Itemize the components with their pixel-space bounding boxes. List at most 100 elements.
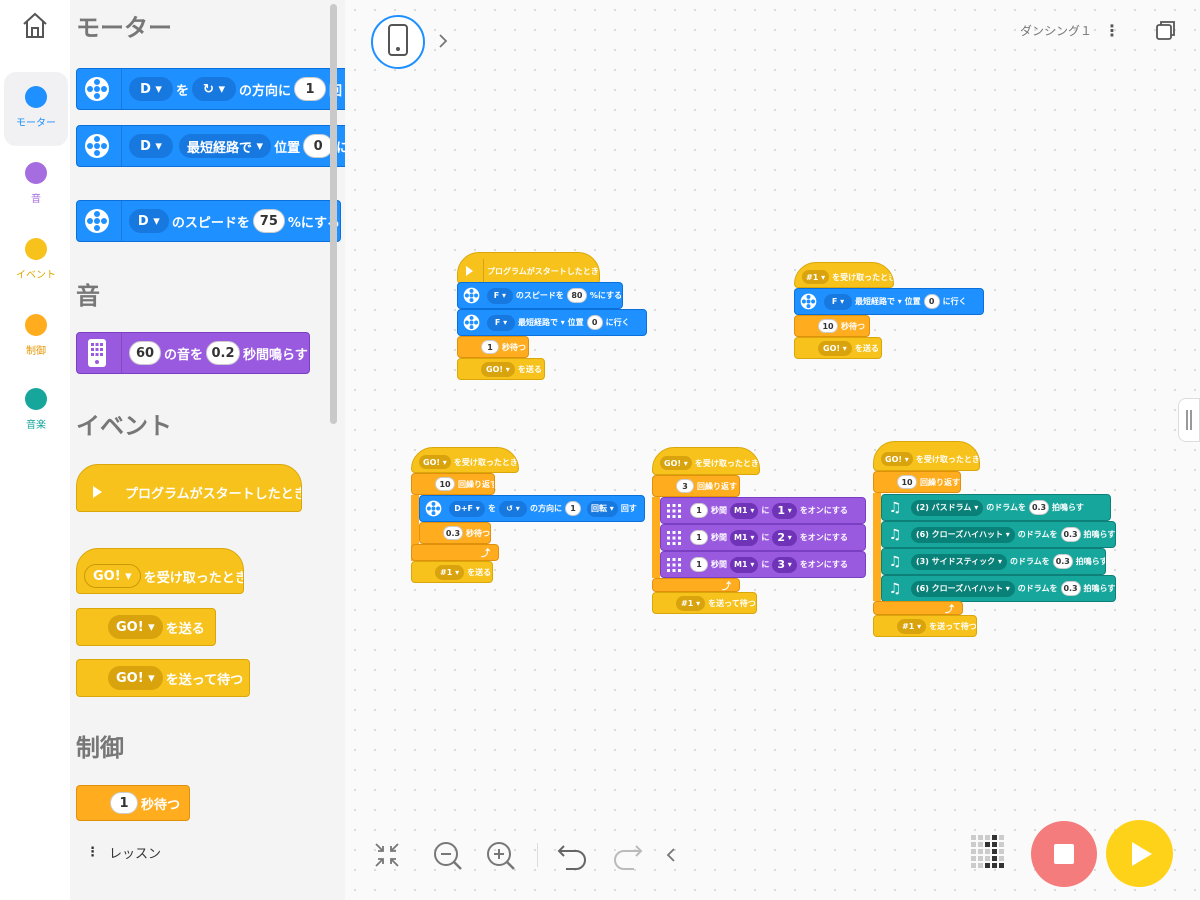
script5-repeat-block[interactable]: 10 回繰り返す [873,471,961,493]
amount-input[interactable]: 1 [565,501,581,516]
message-dropdown[interactable]: #1 ▾ [676,595,706,611]
pattern-dropdown[interactable]: 3 ▾ [772,556,797,573]
script3-receive-hat[interactable]: GO! ▾ を受け取ったとき [411,447,519,473]
category-motor[interactable]: モーター [4,72,68,146]
pattern-dropdown[interactable]: 2 ▾ [772,529,797,546]
seconds-input[interactable]: 1 [690,503,708,518]
pattern-dropdown[interactable]: 1 ▾ [772,502,797,519]
collapse-icon[interactable] [372,840,402,874]
category-music[interactable]: 音楽 [4,374,68,448]
category-sound[interactable]: 音 [4,148,68,222]
more-vertical-icon[interactable]: ⋮ [1104,21,1120,40]
repeat-input[interactable]: 10 [435,477,455,491]
unit-dropdown[interactable]: 回転 ▾ [587,500,618,517]
port-dropdown[interactable]: D+F ▾ [449,500,485,517]
seconds-input[interactable]: 1 [690,557,708,572]
script3-wait-block[interactable]: 0.3 秒待つ [419,522,491,544]
port-dropdown[interactable]: F ▾ [824,293,852,310]
beats-input[interactable]: 0.3 [1029,500,1050,515]
position-input[interactable]: 0 [586,315,603,330]
palette-motor-speed-block[interactable]: D ▾ のスピードを 75 %にする [76,200,341,242]
beats-input[interactable]: 0.3 [1052,554,1073,569]
script5-drum-block-3[interactable]: ♫ (3) サイドスティック ▾ のドラムを 0.3 拍鳴らす [881,548,1106,575]
position-input[interactable]: 0 [303,134,334,158]
beats-input[interactable]: 0.3 [1060,527,1081,542]
palette-send-block[interactable]: GO! ▾ を送る [76,608,216,646]
panel-handle[interactable] [1178,398,1200,442]
stop-button[interactable] [1031,821,1097,887]
seconds-input[interactable]: 1 [690,530,708,545]
speed-input[interactable]: 75 [252,209,285,233]
script3-run-motor-block[interactable]: D+F ▾ を ↺ ▾ の方向に 1 回転 ▾ 回す [419,495,645,522]
message-dropdown[interactable]: GO! ▾ [881,452,913,466]
script5-send-and-wait-block[interactable]: #1 ▾ を送って待つ [873,615,977,637]
script4-light-block-1[interactable]: 1 秒間 M1 ▾ に 1 ▾ をオンにする [660,497,866,524]
port-dropdown[interactable]: D ▾ [128,209,169,233]
script5-receive-hat[interactable]: GO! ▾ を受け取ったとき [873,441,980,471]
matrix-dropdown[interactable]: M1 ▾ [730,556,759,573]
script4-send-and-wait-block[interactable]: #1 ▾ を送って待つ [652,592,757,614]
message-dropdown[interactable]: GO! ▾ [481,361,515,377]
script1-send-block[interactable]: GO! ▾ を送る [457,358,545,380]
position-input[interactable]: 0 [923,294,940,309]
repeat-input[interactable]: 3 [676,479,694,493]
matrix-dropdown[interactable]: M1 ▾ [730,529,759,546]
message-dropdown[interactable]: GO! ▾ [108,615,163,639]
script4-receive-hat[interactable]: GO! ▾ を受け取ったとき [652,447,760,475]
message-dropdown[interactable]: #1 ▾ [802,270,830,284]
script4-repeat-block[interactable]: 3 回繰り返す [652,475,740,497]
zoom-out-icon[interactable] [432,840,464,876]
port-dropdown[interactable]: D ▾ [129,77,173,101]
port-dropdown[interactable]: D ▾ [129,134,173,158]
drum-dropdown[interactable]: (3) サイドスティック ▾ [911,553,1007,570]
drum-dropdown[interactable]: (6) クローズハイハット ▾ [911,526,1015,543]
palette-wait-block[interactable]: 1 秒待つ [76,785,190,821]
palette-motor-goto-block[interactable]: D ▾ 最短経路で ▾ 位置 0 に [76,125,345,167]
repeat-input[interactable]: 10 [897,475,917,489]
script5-drum-block-4[interactable]: ♫ (6) クローズハイハット ▾ のドラムを 0.3 拍鳴らす [881,575,1116,602]
light-matrix-icon[interactable] [970,834,1006,874]
undo-icon[interactable] [556,840,590,874]
message-dropdown[interactable]: GO! ▾ [419,455,451,469]
lessons-link[interactable]: ⋮ レッスン [86,843,161,862]
duration-input[interactable]: 0.2 [206,341,241,365]
script4-light-block-2[interactable]: 1 秒間 M1 ▾ に 2 ▾ をオンにする [660,524,866,551]
drum-dropdown[interactable]: (6) クローズハイハット ▾ [911,580,1015,597]
script4-light-block-3[interactable]: 1 秒間 M1 ▾ に 3 ▾ をオンにする [660,551,866,578]
amount-input[interactable]: 1 [294,77,327,101]
palette-when-program-starts-block[interactable]: プログラムがスタートしたとき [76,464,302,512]
message-dropdown[interactable]: #1 ▾ [897,618,927,634]
script3-repeat-block[interactable]: 10 回繰り返す [411,473,495,495]
script1-goto-block[interactable]: F ▾ 最短経路で ▾ 位置 0 に行く [457,309,647,336]
project-title[interactable]: ダンシング１ ⋮ [1020,21,1120,40]
category-control[interactable]: 制御 [4,300,68,374]
palette-when-receive-block[interactable]: GO! ▾ を受け取ったとき [76,548,244,594]
direction-dropdown[interactable]: ↺ ▾ [499,500,527,517]
message-dropdown[interactable]: GO! ▾ [660,456,692,470]
script1-wait-block[interactable]: 1 秒待つ [457,336,529,358]
script2-receive-hat[interactable]: #1 ▾ を受け取ったとき [794,262,894,288]
palette-scrollbar[interactable] [330,4,337,424]
script2-goto-block[interactable]: F ▾ 最短経路で ▾ 位置 0 に行く [794,288,984,315]
port-dropdown[interactable]: F ▾ [487,314,515,331]
speed-input[interactable]: 80 [566,288,587,303]
path-dropdown[interactable]: 最短経路で ▾ [179,134,272,158]
device-button[interactable] [371,15,425,69]
redo-icon[interactable] [610,840,644,874]
script3-send-block[interactable]: #1 ▾ を送る [411,561,493,583]
direction-dropdown[interactable]: ↻ ▾ [192,77,237,101]
port-dropdown[interactable]: F ▾ [487,287,513,304]
palette-motor-run-block[interactable]: D ▾ を ↻ ▾ の方向に 1 回 [76,68,345,110]
drum-dropdown[interactable]: (2) バスドラム ▾ [911,499,984,516]
script1-set-speed-block[interactable]: F ▾ のスピードを 80 %にする [457,282,623,309]
script5-drum-block-1[interactable]: ♫ (2) バスドラム ▾ のドラムを 0.3 拍鳴らす [881,494,1111,521]
windows-icon[interactable] [1154,18,1178,46]
palette-send-and-wait-block[interactable]: GO! ▾ を送って待つ [76,659,250,697]
chevron-left-icon[interactable] [664,845,678,869]
message-dropdown[interactable]: #1 ▾ [435,564,465,580]
beats-input[interactable]: 0.3 [1060,581,1081,596]
category-events[interactable]: イベント [4,224,68,298]
wait-input[interactable]: 0.3 [443,526,463,540]
wait-input[interactable]: 1 [481,340,499,354]
script1-start-hat[interactable]: プログラムがスタートしたとき [457,252,600,284]
